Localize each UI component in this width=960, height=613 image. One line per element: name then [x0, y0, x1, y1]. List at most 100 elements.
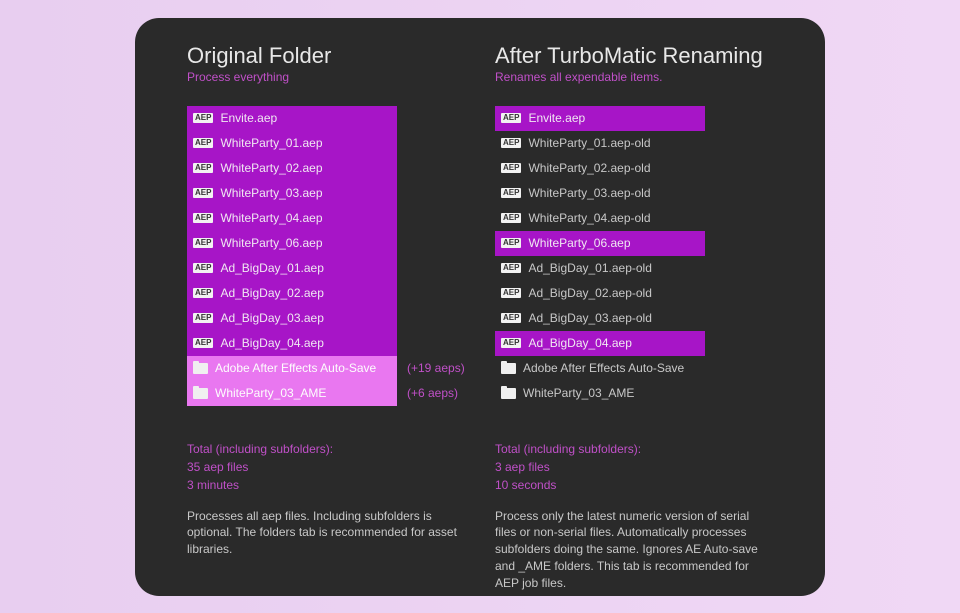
list-row: AEP Ad_BigDay_03.aep — [187, 306, 397, 331]
list-item[interactable]: AEP WhiteParty_02.aep — [187, 156, 465, 181]
list-item[interactable]: AEP Ad_BigDay_04.aep — [495, 331, 773, 356]
list-row: AEP Ad_BigDay_01.aep-old — [495, 256, 705, 281]
item-label: Ad_BigDay_03.aep-old — [528, 311, 651, 325]
list-row: AEP WhiteParty_01.aep — [187, 131, 397, 156]
item-label: Envite.aep — [220, 111, 277, 125]
folder-icon — [193, 388, 208, 399]
list-item[interactable]: WhiteParty_03_AME (+6 aeps) — [187, 381, 465, 406]
item-label: Ad_BigDay_04.aep — [528, 336, 631, 350]
item-label: Ad_BigDay_01.aep-old — [528, 261, 651, 275]
list-item[interactable]: AEP WhiteParty_06.aep — [495, 231, 773, 256]
list-item[interactable]: AEP WhiteParty_01.aep — [187, 131, 465, 156]
list-row: AEP WhiteParty_04.aep-old — [495, 206, 705, 231]
aep-badge-icon: AEP — [501, 338, 521, 348]
list-row: AEP WhiteParty_03.aep-old — [495, 181, 705, 206]
item-label: Adobe After Effects Auto-Save — [523, 361, 684, 375]
item-label: Adobe After Effects Auto-Save — [215, 361, 376, 375]
aep-badge-icon: AEP — [501, 263, 521, 273]
list-row: AEPEnvite.aep — [495, 106, 705, 131]
list-row: AEP Ad_BigDay_01.aep — [187, 256, 397, 281]
aep-badge-icon: AEP — [193, 263, 213, 273]
right-description: Process only the latest numeric version … — [495, 508, 773, 592]
list-row: AEPAd_BigDay_04.aep — [187, 331, 397, 356]
aep-badge-icon: AEP — [193, 313, 213, 323]
aep-badge-icon: AEP — [501, 238, 521, 248]
list-item[interactable]: Adobe After Effects Auto-Save (+19 aeps) — [187, 356, 465, 381]
list-item[interactable]: AEP Ad_BigDay_02.aep-old — [495, 281, 773, 306]
list-row: WhiteParty_03_AME — [495, 381, 705, 406]
list-item[interactable]: AEP Ad_BigDay_03.aep — [187, 306, 465, 331]
item-count: (+6 aeps) — [407, 386, 458, 400]
item-label: WhiteParty_02.aep-old — [528, 161, 650, 175]
aep-badge-icon: AEP — [501, 163, 521, 173]
right-file-list: AEPEnvite.aepAEPWhiteParty_01.aep-oldAEP… — [495, 106, 773, 406]
list-item[interactable]: AEP WhiteParty_02.aep-old — [495, 156, 773, 181]
right-stats: Total (including subfolders):3 aep files… — [495, 440, 773, 494]
item-label: WhiteParty_04.aep — [220, 211, 322, 225]
list-item[interactable]: AEP WhiteParty_03.aep-old — [495, 181, 773, 206]
aep-badge-icon: AEP — [193, 163, 213, 173]
main-panel: Original Folder Process everything AEPEn… — [135, 18, 825, 596]
aep-badge-icon: AEP — [501, 313, 521, 323]
list-row: AEP WhiteParty_02.aep — [187, 156, 397, 181]
list-row: AEPWhiteParty_06.aep — [187, 231, 397, 256]
aep-badge-icon: AEP — [501, 288, 521, 298]
list-item[interactable]: AEP Ad_BigDay_01.aep-old — [495, 256, 773, 281]
stat-line: 10 seconds — [495, 476, 773, 494]
folder-icon — [501, 388, 516, 399]
aep-badge-icon: AEP — [501, 138, 521, 148]
item-label: Ad_BigDay_04.aep — [220, 336, 323, 350]
item-label: Ad_BigDay_02.aep-old — [528, 286, 651, 300]
right-title: After TurboMatic Renaming — [495, 44, 773, 68]
aep-badge-icon: AEP — [501, 213, 521, 223]
item-label: Ad_BigDay_03.aep — [220, 311, 323, 325]
list-item[interactable]: AEPEnvite.aep — [187, 106, 465, 131]
list-item[interactable]: AEPWhiteParty_06.aep — [187, 231, 465, 256]
item-label: WhiteParty_01.aep-old — [528, 136, 650, 150]
list-item[interactable]: AEP Ad_BigDay_03.aep-old — [495, 306, 773, 331]
list-item[interactable]: AEP WhiteParty_03.aep — [187, 181, 465, 206]
list-item[interactable]: AEP WhiteParty_04.aep-old — [495, 206, 773, 231]
list-item[interactable]: AEP Ad_BigDay_01.aep — [187, 256, 465, 281]
item-label: WhiteParty_02.aep — [220, 161, 322, 175]
list-row: AEPAd_BigDay_02.aep — [187, 281, 397, 306]
item-label: WhiteParty_03.aep-old — [528, 186, 650, 200]
list-row: AEP Ad_BigDay_02.aep-old — [495, 281, 705, 306]
right-column: After TurboMatic Renaming Renames all ex… — [495, 44, 773, 570]
item-count: (+19 aeps) — [407, 361, 465, 375]
list-row: AEP Ad_BigDay_03.aep-old — [495, 306, 705, 331]
list-item[interactable]: AEP WhiteParty_01.aep-old — [495, 131, 773, 156]
item-label: Ad_BigDay_01.aep — [220, 261, 323, 275]
aep-badge-icon: AEP — [501, 188, 521, 198]
aep-badge-icon: AEP — [193, 188, 213, 198]
list-item[interactable]: Adobe After Effects Auto-Save — [495, 356, 773, 381]
aep-badge-icon: AEP — [193, 213, 213, 223]
list-item[interactable]: AEPEnvite.aep — [495, 106, 773, 131]
list-item[interactable]: AEPAd_BigDay_04.aep — [187, 331, 465, 356]
item-label: Envite.aep — [528, 111, 585, 125]
stat-line: 3 minutes — [187, 476, 465, 494]
list-item[interactable]: AEP WhiteParty_04.aep — [187, 206, 465, 231]
item-label: WhiteParty_01.aep — [220, 136, 322, 150]
list-row: Adobe After Effects Auto-Save — [495, 356, 705, 381]
left-stats: Total (including subfolders):35 aep file… — [187, 440, 465, 494]
item-label: WhiteParty_06.aep — [220, 236, 322, 250]
item-label: WhiteParty_06.aep — [528, 236, 630, 250]
item-label: WhiteParty_03_AME — [215, 386, 326, 400]
item-label: WhiteParty_03.aep — [220, 186, 322, 200]
item-label: WhiteParty_04.aep-old — [528, 211, 650, 225]
list-row: AEPEnvite.aep — [187, 106, 397, 131]
list-item[interactable]: WhiteParty_03_AME — [495, 381, 773, 406]
list-item[interactable]: AEPAd_BigDay_02.aep — [187, 281, 465, 306]
list-row: AEP Ad_BigDay_04.aep — [495, 331, 705, 356]
list-row: AEP WhiteParty_06.aep — [495, 231, 705, 256]
list-row: AEP WhiteParty_04.aep — [187, 206, 397, 231]
item-label: Ad_BigDay_02.aep — [220, 286, 323, 300]
list-row: Adobe After Effects Auto-Save — [187, 356, 397, 381]
left-subtitle: Process everything — [187, 70, 465, 84]
left-title: Original Folder — [187, 44, 465, 68]
left-column: Original Folder Process everything AEPEn… — [187, 44, 465, 570]
stat-line: Total (including subfolders): — [187, 440, 465, 458]
aep-badge-icon: AEP — [193, 138, 213, 148]
folder-icon — [193, 363, 208, 374]
